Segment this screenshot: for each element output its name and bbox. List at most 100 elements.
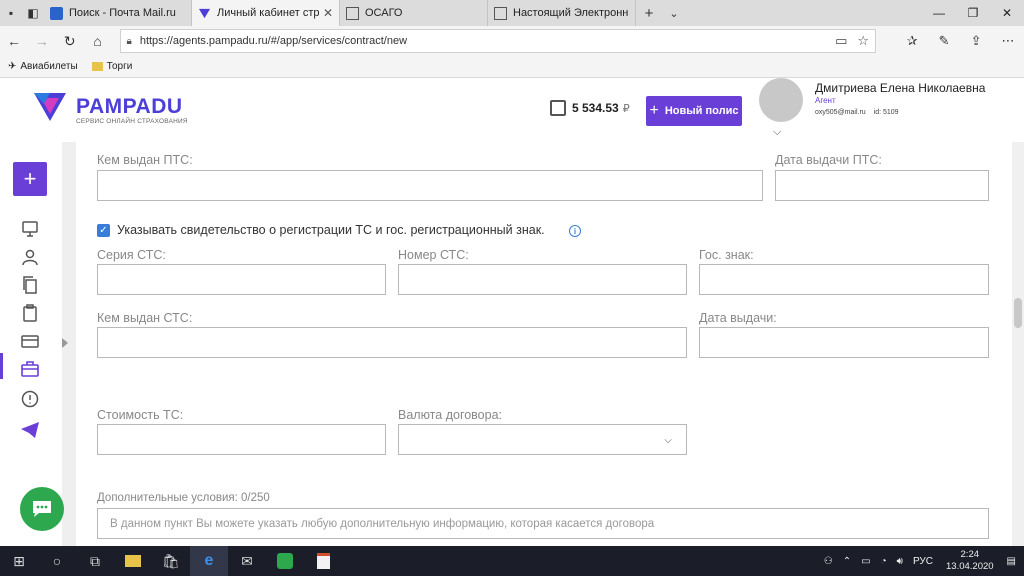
chevron-down-icon[interactable]: ⌄ [662, 0, 686, 26]
network-icon[interactable]: ◔ [881, 556, 887, 567]
favorite-item[interactable]: Торги [91, 61, 132, 72]
user-info: oxy505@mail.ru id: 5109 [815, 109, 899, 116]
sidebar-item-portfolio[interactable] [20, 359, 40, 379]
sts-series-label: Серия СТС: [97, 248, 166, 262]
tab-pampadu[interactable]: Личный кабинет страх ✕ [192, 0, 340, 26]
close-tab-icon[interactable]: ✕ [323, 6, 333, 20]
keyboard-language[interactable]: РУС [913, 556, 933, 567]
sts-issue-date-label: Дата выдачи: [699, 311, 777, 325]
favorite-item[interactable]: ✈ Авиабилеты [8, 61, 78, 72]
new-policy-label: Новый полис [664, 105, 739, 117]
sidebar-item-clipboard[interactable] [20, 303, 40, 323]
avatar[interactable] [759, 78, 803, 122]
tab-mail[interactable]: Поиск - Почта Mail.ru [44, 0, 192, 26]
plate-input[interactable] [699, 264, 989, 295]
more-icon[interactable]: ⋯ [992, 33, 1024, 49]
mail-app-icon[interactable]: ✉ [228, 546, 266, 576]
new-policy-button[interactable]: + Новый полис [646, 96, 742, 126]
tab-document[interactable]: Настоящий Электронный Г [488, 0, 636, 26]
reading-view-icon[interactable]: ▭ [835, 33, 847, 49]
forward-icon[interactable]: → [28, 27, 56, 55]
volume-icon[interactable]: 🔊︎ [897, 556, 903, 567]
balance-currency: ₽ [622, 102, 630, 115]
info-icon[interactable]: i [569, 225, 581, 237]
sts-series-input[interactable] [97, 264, 386, 295]
user-email: oxy505@mail.ru [815, 109, 866, 116]
sidebar-item-dashboard[interactable] [20, 219, 40, 239]
chevron-down-icon[interactable]: ⌵ [773, 126, 781, 139]
tab-osago[interactable]: ОСАГО [340, 0, 488, 26]
copy-icon [23, 276, 37, 294]
scrollbar-thumb[interactable] [1014, 298, 1022, 328]
pts-issued-by-label: Кем выдан ПТС: [97, 153, 193, 167]
paper-plane-icon [21, 422, 39, 438]
new-tab-icon[interactable]: + [636, 0, 662, 26]
clock[interactable]: 2:24 13.04.2020 [946, 549, 994, 573]
windows-start-icon[interactable]: ⊞ [0, 546, 38, 576]
sidebar-item-telegram[interactable] [20, 420, 40, 440]
balance-amount: 5 534.53 [572, 101, 619, 115]
plane-icon: ✈ [8, 61, 17, 72]
share-icon[interactable]: ⇪ [960, 33, 992, 49]
tab-title: ОСАГО [365, 7, 403, 19]
sidebar-add-button[interactable]: + [13, 162, 47, 196]
browser-navigation-bar: ← → ↻ ⌂ 🔒︎ https://agents.pampadu.ru/#/a… [0, 26, 1024, 56]
set-aside-tabs-icon[interactable]: ◧ [22, 0, 44, 26]
contract-currency-select[interactable]: ⌵ [398, 424, 687, 455]
monitor-icon [22, 221, 38, 237]
sts-checkbox-label: Указывать свидетельство о регистрации ТС… [117, 223, 545, 237]
chat-bubble-icon [33, 501, 51, 517]
people-icon[interactable]: ⚇ [824, 556, 833, 567]
store-icon[interactable]: 🛍︎ [152, 546, 190, 576]
notifications-icon[interactable]: ▤ [1007, 556, 1016, 567]
sidebar-item-payments[interactable] [20, 331, 40, 351]
pts-issue-date-input[interactable] [775, 170, 989, 201]
chevron-up-icon[interactable]: ⌃ [843, 556, 851, 567]
close-window-icon[interactable]: ✕ [990, 0, 1024, 26]
whatsapp-icon[interactable] [266, 546, 304, 576]
pts-issued-by-input[interactable] [97, 170, 763, 201]
restore-icon[interactable]: ❐ [956, 0, 990, 26]
additional-conditions-label: Дополнительные условия: [97, 492, 238, 504]
tab-actions-icon[interactable]: ▪ [0, 0, 22, 26]
logo-subtitle: СЕРВИС ОНЛАЙН СТРАХОВАНИЯ [76, 118, 188, 125]
sidebar-item-alerts[interactable] [20, 389, 40, 409]
pampadu-favicon-icon [198, 8, 211, 18]
alert-icon [21, 390, 39, 408]
minimize-icon[interactable]: — [922, 0, 956, 26]
page-scrollbar[interactable] [1012, 142, 1024, 546]
favorite-star-icon[interactable]: ☆ [857, 33, 869, 49]
additional-conditions-placeholder: В данном пункт Вы можете указать любую д… [110, 518, 655, 530]
sidebar-item-copies[interactable] [20, 275, 40, 295]
favorites-list-icon[interactable]: ✰ [896, 33, 928, 49]
lock-icon: 🔒︎ [126, 35, 132, 47]
battery-icon[interactable]: ▭ [861, 556, 870, 567]
address-bar[interactable]: 🔒︎ https://agents.pampadu.ru/#/app/servi… [119, 29, 877, 53]
sidebar-item-profile[interactable] [20, 247, 40, 267]
active-indicator [0, 353, 3, 379]
expand-sidebar-icon[interactable] [62, 338, 68, 348]
sts-issued-by-input[interactable] [97, 327, 687, 358]
additional-conditions-input[interactable]: В данном пункт Вы можете указать любую д… [97, 508, 989, 539]
folder-icon [91, 62, 103, 71]
pen-icon[interactable]: ✎ [928, 33, 960, 49]
edge-browser-icon[interactable]: e [190, 546, 228, 576]
logo-name: PAMPADU [76, 95, 183, 118]
briefcase-icon [21, 361, 39, 377]
chat-button[interactable] [20, 487, 64, 531]
user-id: id: 5109 [873, 109, 899, 116]
document-app-icon[interactable] [304, 546, 342, 576]
app-header: PAMPADU СЕРВИС ОНЛАЙН СТРАХОВАНИЯ 5 534.… [0, 78, 1024, 142]
refresh-icon[interactable]: ↻ [56, 27, 84, 55]
sidebar: + [0, 142, 62, 546]
task-view-icon[interactable]: ⧉ [76, 546, 114, 576]
home-icon[interactable]: ⌂ [84, 27, 112, 55]
vehicle-cost-input[interactable] [97, 424, 386, 455]
sts-number-input[interactable] [398, 264, 687, 295]
back-icon[interactable]: ← [0, 27, 28, 55]
sts-checkbox[interactable]: ✓ [97, 224, 110, 237]
search-icon[interactable]: ○ [38, 546, 76, 576]
pampadu-logo[interactable]: PAMPADU СЕРВИС ОНЛАЙН СТРАХОВАНИЯ [32, 90, 188, 125]
sts-issue-date-input[interactable] [699, 327, 989, 358]
file-explorer-icon[interactable] [114, 546, 152, 576]
